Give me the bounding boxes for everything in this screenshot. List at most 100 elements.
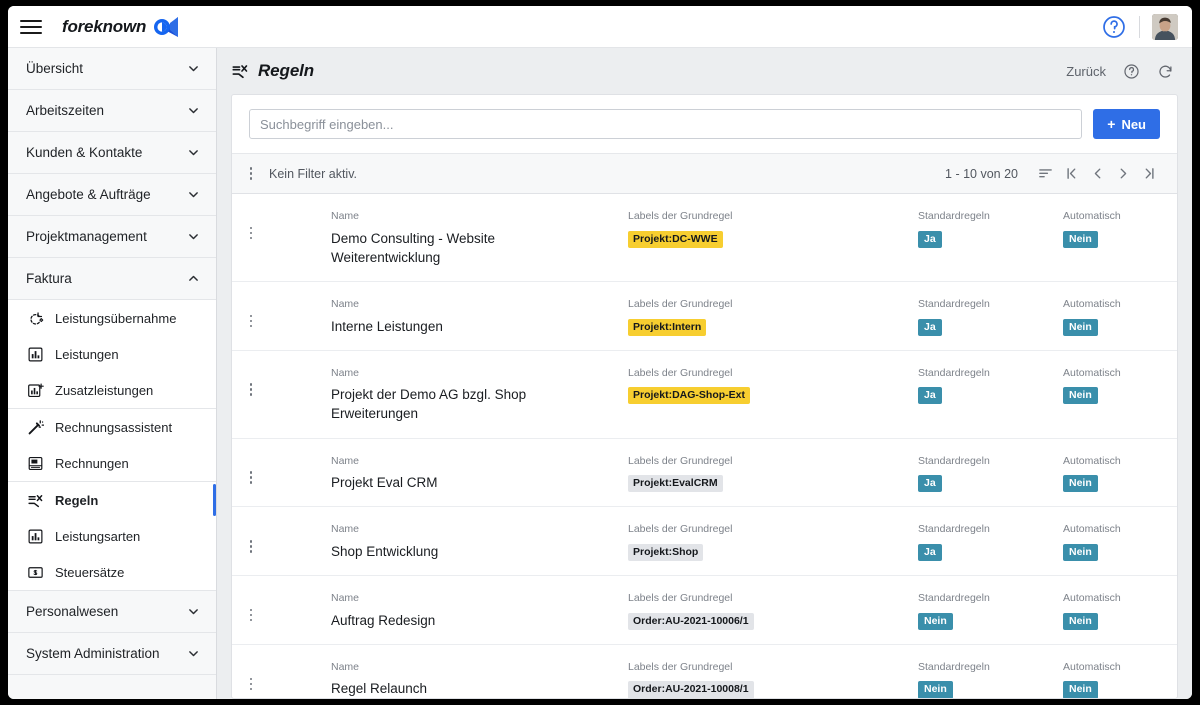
sidebar-group-label: Faktura	[26, 271, 72, 286]
cell-labels: Labels der Grundregel Projekt:DAG-Shop-E…	[628, 365, 918, 405]
automatic-badge: Nein	[1063, 318, 1098, 336]
sidebar-item-rechnungen[interactable]: Rechnungen	[8, 445, 216, 481]
column-header-labels: Labels der Grundregel	[628, 366, 733, 379]
bar-chart-icon	[28, 529, 43, 543]
sidebar-group-kunden-kontakte[interactable]: Kunden & Kontakte	[8, 132, 216, 174]
app-logo[interactable]: foreknown	[62, 16, 180, 38]
cell-standard: Standardregeln Ja	[918, 521, 1063, 562]
pagination-controls: 1 - 10 von 20	[945, 163, 1162, 185]
sidebar-item-leistungsarten[interactable]: Leistungsarten	[8, 518, 216, 554]
column-header-standard: Standardregeln	[918, 660, 990, 673]
cell-standard: Standardregeln Ja	[918, 365, 1063, 405]
cell-labels: Labels der Grundregel Projekt:Intern	[628, 296, 918, 336]
search-input[interactable]	[249, 109, 1083, 139]
sidebar-group-label: Projektmanagement	[26, 229, 147, 244]
automatic-badge: Nein	[1063, 387, 1098, 405]
table-row[interactable]: Name Auftrag Redesign Labels der Grundre…	[232, 576, 1177, 645]
sidebar-group-arbeitszeiten[interactable]: Arbeitszeiten	[8, 90, 216, 132]
last-page-icon[interactable]	[1136, 163, 1162, 185]
column-header-standard: Standardregeln	[918, 454, 990, 467]
transfer-icon	[30, 311, 44, 325]
sidebar-group-personalwesen[interactable]: Personalwesen	[8, 591, 216, 633]
row-kebab-menu-icon[interactable]	[244, 537, 258, 555]
kebab-menu-icon[interactable]	[244, 165, 258, 183]
sidebar-group-label: Arbeitszeiten	[26, 103, 105, 118]
cell-labels: Labels der Grundregel Projekt:Shop	[628, 521, 918, 562]
table-row[interactable]: Name Projekt Eval CRM Labels der Grundre…	[232, 439, 1177, 508]
column-header-standard: Standardregeln	[918, 366, 990, 379]
sidebar: Übersicht Arbeitszeiten Kunden & Kontakt…	[8, 48, 217, 699]
standard-badge: Ja	[918, 230, 942, 248]
cell-name: Name Interne Leistungen	[331, 296, 628, 336]
sidebar-item-regeln[interactable]: Regeln	[8, 482, 216, 518]
sidebar-item-leistungsuebernahme[interactable]: Leistungsübernahme	[8, 300, 216, 336]
next-page-icon[interactable]	[1110, 163, 1136, 185]
row-kebab-menu-icon[interactable]	[244, 312, 258, 330]
sidebar-group-faktura[interactable]: Faktura	[8, 258, 216, 300]
cell-name: Name Auftrag Redesign	[331, 590, 628, 630]
sidebar-item-zusatzleistungen[interactable]: Zusatzleistungen	[8, 372, 216, 408]
rule-name: Projekt der Demo AG bzgl. Shop Erweiteru…	[331, 387, 527, 422]
row-kebab-menu-icon[interactable]	[244, 224, 258, 242]
rule-label-badge: Order:AU-2021-10008/1	[628, 681, 754, 698]
table-row[interactable]: Name Regel Relaunch Labels der Grundrege…	[232, 645, 1177, 698]
sort-descending-icon[interactable]	[1032, 163, 1058, 185]
rule-label-badge: Order:AU-2021-10006/1	[628, 612, 754, 630]
cell-standard: Standardregeln Ja	[918, 296, 1063, 336]
page-header: Regeln Zurück	[217, 48, 1192, 94]
search-row: + Neu	[232, 95, 1177, 154]
sidebar-group-label: System Administration	[26, 646, 160, 661]
back-button[interactable]: Zurück	[1066, 64, 1106, 79]
table-row[interactable]: Name Shop Entwicklung Labels der Grundre…	[232, 507, 1177, 577]
help-circle-icon[interactable]	[1123, 63, 1140, 80]
hamburger-icon[interactable]	[18, 14, 44, 40]
cell-standard: Standardregeln Nein	[918, 590, 1063, 630]
row-kebab-menu-icon[interactable]	[244, 675, 258, 693]
column-header-name: Name	[331, 660, 360, 673]
sidebar-group-angebote-auftraege[interactable]: Angebote & Aufträge	[8, 174, 216, 216]
rules-table: Name Demo Consulting - Website Weiterent…	[232, 194, 1177, 698]
help-circle-icon[interactable]	[1101, 14, 1127, 40]
top-bar-actions	[1101, 13, 1178, 40]
sidebar-item-label: Zusatzleistungen	[55, 382, 154, 398]
user-avatar[interactable]	[1152, 13, 1178, 40]
prev-page-icon[interactable]	[1084, 163, 1110, 185]
table-row[interactable]: Name Projekt der Demo AG bzgl. Shop Erwe…	[232, 351, 1177, 439]
sidebar-group-system-administration[interactable]: System Administration	[8, 633, 216, 675]
cell-automatic: Automatisch Nein	[1063, 453, 1162, 493]
invoice-icon	[28, 456, 43, 470]
row-kebab-menu-icon[interactable]	[244, 469, 258, 487]
main-content: Regeln Zurück Suchbegriff eingeben... + …	[217, 48, 1192, 699]
column-header-standard: Standardregeln	[918, 210, 990, 222]
sidebar-item-label: Steuersätze	[55, 564, 125, 580]
logo-mark-icon	[154, 16, 179, 37]
column-header-standard: Standardregeln	[918, 297, 990, 310]
sidebar-item-leistungen[interactable]: Leistungen	[8, 336, 216, 372]
automatic-badge: Nein	[1063, 543, 1098, 562]
chevron-down-icon	[189, 192, 198, 198]
rule-label-badge: Projekt:Shop	[628, 543, 704, 562]
cell-name: Name Regel Relaunch	[331, 659, 628, 698]
chevron-down-icon	[189, 234, 198, 240]
chevron-down-icon	[189, 150, 198, 156]
sidebar-group-projektmanagement[interactable]: Projektmanagement	[8, 216, 216, 258]
new-button[interactable]: + Neu	[1093, 109, 1160, 139]
sidebar-item-label: Leistungsarten	[55, 528, 141, 544]
new-button-label: Neu	[1121, 116, 1146, 132]
page-count: 1 - 10 von 20	[945, 166, 1018, 181]
sidebar-item-steuersaetze[interactable]: Steuersätze	[8, 554, 216, 590]
table-row[interactable]: Name Interne Leistungen Labels der Grund…	[232, 282, 1177, 351]
cell-labels: Labels der Grundregel Projekt:EvalCRM	[628, 453, 918, 493]
rule-name: Demo Consulting - Website Weiterentwickl…	[331, 230, 496, 265]
filter-toolbar: Kein Filter aktiv. 1 - 10 von 20	[232, 154, 1177, 194]
refresh-icon[interactable]	[1157, 63, 1174, 80]
row-kebab-menu-icon[interactable]	[244, 606, 258, 624]
sidebar-item-rechnungsassistent[interactable]: Rechnungsassistent	[8, 409, 216, 445]
standard-badge: Ja	[918, 475, 942, 493]
first-page-icon[interactable]	[1058, 163, 1084, 185]
row-kebab-menu-icon[interactable]	[244, 381, 258, 399]
table-row[interactable]: Name Demo Consulting - Website Weiterent…	[232, 194, 1177, 282]
column-header-name: Name	[331, 454, 360, 467]
sidebar-group-uebersicht[interactable]: Übersicht	[8, 48, 216, 90]
rules-card: + Neu Kein Filter aktiv. 1 - 10 von 20	[231, 94, 1178, 699]
